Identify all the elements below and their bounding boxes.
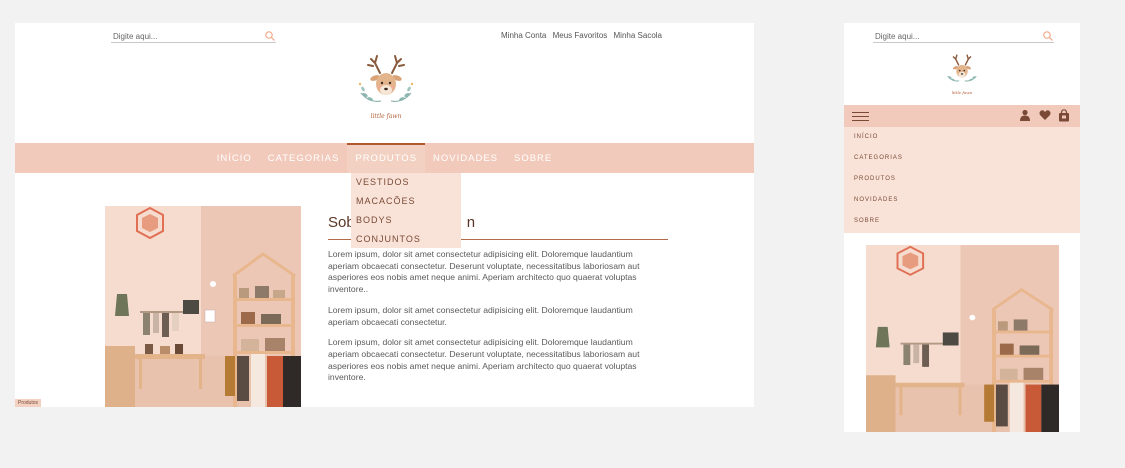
logo-caption: little fawn xyxy=(370,113,402,120)
mobile-action-icons xyxy=(1016,109,1070,123)
deer-logo-icon xyxy=(358,55,414,102)
search-input[interactable] xyxy=(113,31,253,42)
nav-item-produtos[interactable]: PRODUTOS xyxy=(347,143,426,173)
search-bar xyxy=(111,31,276,43)
mobile-menu-item-inicio[interactable]: INÍCIO xyxy=(844,127,1080,148)
mobile-menu: INÍCIO CATEGORIAS PRODUTOS NOVIDADES SOB… xyxy=(844,127,1080,233)
search-icon[interactable] xyxy=(1042,30,1054,42)
dropdown-item-bodys[interactable]: BODYS xyxy=(351,211,461,230)
products-dropdown: VESTIDOS MACACÕES BODYS CONJUNTOS xyxy=(351,173,461,248)
store-photo xyxy=(105,206,301,407)
about-paragraph: Lorem ipsum, dolor sit amet consectetur … xyxy=(328,337,640,383)
dropdown-item-macacoes[interactable]: MACACÕES xyxy=(351,192,461,211)
mobile-mockup: little fawn INÍCIO CATEGORIAS PRODUTOS N… xyxy=(844,23,1080,432)
hamburger-menu-icon[interactable] xyxy=(852,112,869,122)
bag-icon[interactable] xyxy=(1058,109,1070,122)
mobile-menu-item-sobre[interactable]: SOBRE xyxy=(844,211,1080,232)
my-favorites-link[interactable]: Meus Favoritos xyxy=(553,31,608,40)
logo[interactable]: little fawn xyxy=(351,51,421,123)
my-bag-link[interactable]: Minha Sacola xyxy=(614,31,662,40)
heart-icon[interactable] xyxy=(1039,109,1051,121)
my-account-link[interactable]: Minha Conta xyxy=(501,31,546,40)
dropdown-item-conjuntos[interactable]: CONJUNTOS xyxy=(351,230,461,249)
mobile-menu-item-produtos[interactable]: PRODUTOS xyxy=(844,169,1080,190)
products-tag[interactable]: Produtos xyxy=(15,399,42,407)
main-nav: INÍCIO CATEGORIAS PRODUTOS NOVIDADES SOBRE xyxy=(15,143,754,173)
user-icon[interactable] xyxy=(1019,109,1031,121)
search-icon[interactable] xyxy=(264,30,276,42)
mobile-menu-item-categorias[interactable]: CATEGORIAS xyxy=(844,148,1080,169)
nav-item-sobre[interactable]: SOBRE xyxy=(506,144,560,174)
nav-item-categorias[interactable]: CATEGORIAS xyxy=(260,144,348,174)
deer-logo-icon xyxy=(947,54,977,82)
nav-item-inicio[interactable]: INÍCIO xyxy=(209,144,260,174)
mobile-logo[interactable]: little fawn xyxy=(942,50,982,96)
about-paragraph: Lorem ipsum, dolor sit amet consectetur … xyxy=(328,304,633,327)
desktop-mockup: Minha Conta Meus Favoritos Minha Sacola xyxy=(15,23,754,407)
logo-caption: little fawn xyxy=(951,90,973,95)
mobile-nav-bar xyxy=(844,105,1080,127)
account-links: Minha Conta Meus Favoritos Minha Sacola xyxy=(497,31,662,40)
store-photo xyxy=(866,245,1059,432)
mobile-menu-item-novidades[interactable]: NOVIDADES xyxy=(844,190,1080,211)
dropdown-item-vestidos[interactable]: VESTIDOS xyxy=(351,173,461,192)
mobile-search-bar xyxy=(873,31,1054,43)
mobile-search-input[interactable] xyxy=(875,31,1025,42)
nav-item-novidades[interactable]: NOVIDADES xyxy=(425,144,506,174)
about-paragraph: Lorem ipsum, dolor sit amet consectetur … xyxy=(328,249,640,295)
